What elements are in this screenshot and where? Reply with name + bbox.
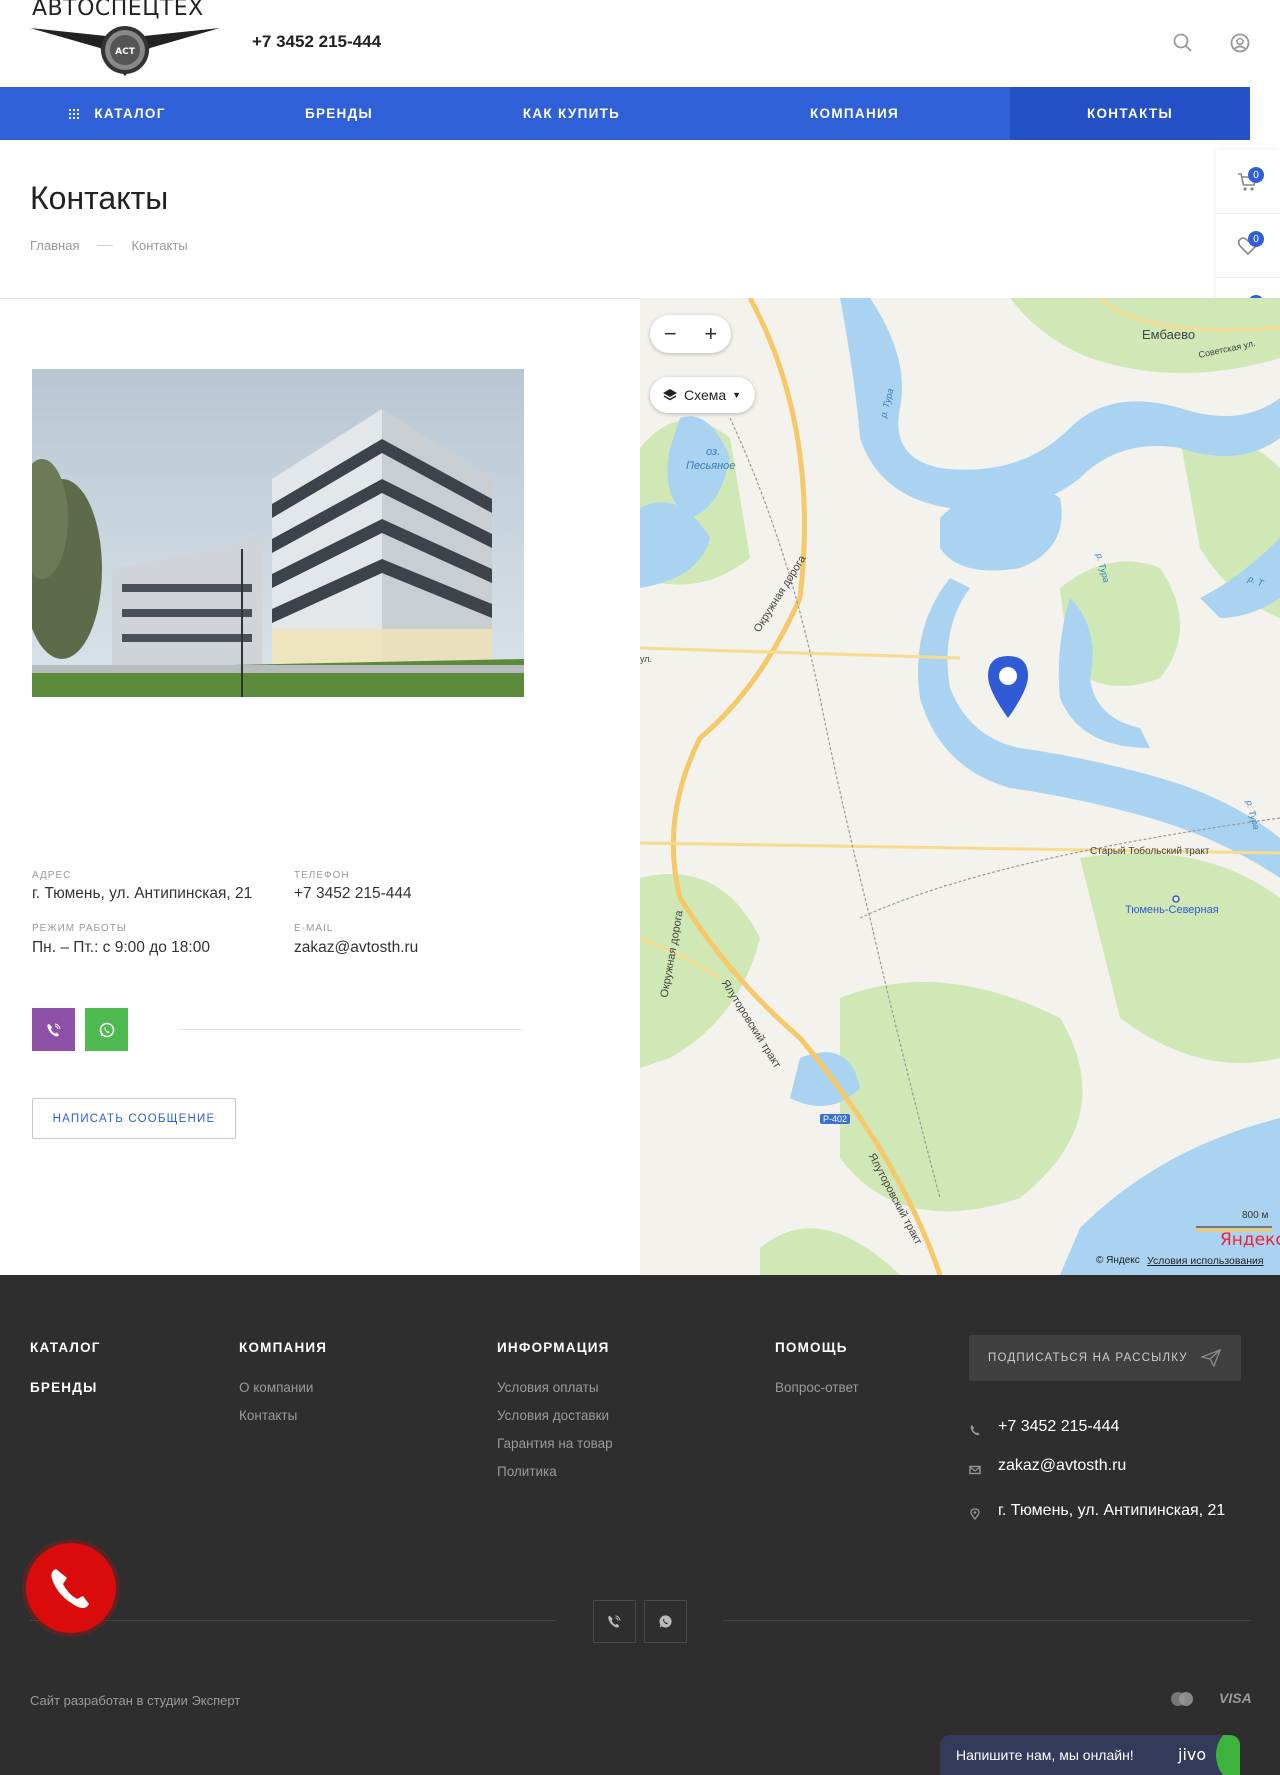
visa-logo: VISA	[1219, 1690, 1252, 1706]
map-scale-label: 800 м	[1242, 1210, 1269, 1221]
yandex-logo[interactable]: Яндекс	[1220, 1230, 1280, 1250]
map-copyright: © Яндекс	[1096, 1255, 1140, 1266]
chat-brand: jivo	[1178, 1745, 1207, 1764]
email-value[interactable]: zakaz@avtosth.ru	[294, 939, 418, 957]
breadcrumb-home[interactable]: Главная	[30, 238, 79, 253]
map-label-ul: ул.	[640, 654, 653, 664]
cart-button[interactable]: 0	[1216, 150, 1280, 214]
page-title: Контакты	[30, 180, 169, 216]
footer-email[interactable]: zakaz@avtosth.ru	[998, 1457, 1126, 1475]
nav-catalog[interactable]: КАТАЛОГ	[0, 87, 234, 140]
nav-contacts[interactable]: КОНТАКТЫ	[1010, 87, 1250, 140]
subscribe-label: ПОДПИСАТЬСЯ НА РАССЫЛКУ	[988, 1352, 1188, 1364]
map-label-r402: Р-402	[820, 1114, 851, 1124]
map-canvas[interactable]	[640, 298, 1280, 1275]
logo-emblem-icon: АСТ	[30, 26, 220, 76]
layers-icon	[663, 389, 677, 401]
map-label-stary-tobolsky: Старый Тобольский тракт	[1090, 846, 1210, 857]
chat-widget[interactable]: Напишите нам, мы онлайн! jivo	[940, 1735, 1240, 1775]
footer-catalog-link[interactable]: КАТАЛОГ	[30, 1340, 101, 1355]
main-nav: КАТАЛОГ БРЕНДЫ КАК КУПИТЬ КОМПАНИЯ КОНТА…	[0, 87, 1250, 140]
grid-icon	[69, 108, 80, 119]
footer-link-faq[interactable]: Вопрос-ответ	[775, 1380, 859, 1395]
breadcrumb: Главная Контакты	[30, 238, 188, 253]
header: АВТОСПЕЦТЕХ АСТ +7 3452 215-444	[0, 0, 1280, 87]
whatsapp-icon	[99, 1022, 114, 1037]
callback-button[interactable]	[26, 1543, 116, 1633]
address-value: г. Тюмень, ул. Антипинская, 21	[32, 885, 253, 902]
developer-credit[interactable]: Сайт разработан в студии Эксперт	[30, 1693, 240, 1708]
viber-button[interactable]	[32, 1008, 75, 1051]
logo[interactable]: АВТОСПЕЦТЕХ АСТ	[30, 0, 220, 82]
footer-brands-link[interactable]: БРЕНДЫ	[30, 1380, 98, 1395]
footer-link-payment[interactable]: Условия оплаты	[497, 1380, 599, 1395]
footer-address: г. Тюмень, ул. Антипинская, 21	[998, 1502, 1226, 1519]
email-label: E-MAIL	[294, 923, 334, 934]
user-icon[interactable]	[1229, 32, 1251, 54]
logo-text: АВТОСПЕЦТЕХ	[32, 0, 204, 21]
map-layer-label: Схема	[684, 387, 727, 403]
favorites-button[interactable]: 0	[1216, 214, 1280, 278]
map[interactable]: − + Схема ▼ Ембаево Советская ул. оз. Пе…	[640, 298, 1280, 1275]
hours-label: РЕЖИМ РАБОТЫ	[32, 923, 127, 934]
phone-icon	[970, 1425, 980, 1436]
location-icon	[970, 1508, 980, 1520]
footer-whatsapp-button[interactable]	[644, 1600, 687, 1643]
zoom-out-button[interactable]: −	[650, 315, 691, 353]
breadcrumb-separator	[97, 245, 114, 246]
map-label-lake: Песьяное	[686, 460, 736, 472]
send-icon	[1201, 1349, 1221, 1367]
nav-brands[interactable]: БРЕНДЫ	[234, 87, 444, 140]
footer-link-warranty[interactable]: Гарантия на товар	[497, 1436, 613, 1451]
footer-viber-button[interactable]	[593, 1600, 636, 1643]
footer-company-heading[interactable]: КОМПАНИЯ	[239, 1340, 327, 1355]
station-icon	[1172, 895, 1180, 903]
whatsapp-button[interactable]	[85, 1008, 128, 1051]
nav-company[interactable]: КОМПАНИЯ	[699, 87, 1010, 140]
divider	[30, 1620, 556, 1621]
cart-count-badge: 0	[1248, 167, 1264, 183]
header-phone[interactable]: +7 3452 215-444	[252, 32, 381, 52]
address-label: АДРЕС	[32, 870, 72, 881]
office-photo	[32, 369, 524, 697]
map-terms-link[interactable]: Условия использования	[1147, 1255, 1264, 1267]
viber-icon	[46, 1023, 60, 1036]
footer-help-heading[interactable]: ПОМОЩЬ	[775, 1340, 848, 1355]
nav-how-to-buy[interactable]: КАК КУПИТЬ	[444, 87, 699, 140]
map-label-tyumen-severnaya: Тюмень-Северная	[1125, 904, 1219, 916]
logo-badge: АСТ	[115, 47, 136, 57]
breadcrumb-current: Контакты	[131, 238, 188, 253]
phone-label: ТЕЛЕФОН	[294, 870, 350, 881]
viber-icon	[608, 1615, 621, 1628]
footer-link-delivery[interactable]: Условия доставки	[497, 1408, 609, 1423]
divider	[178, 1029, 523, 1030]
map-label-lake-prefix: оз.	[706, 446, 721, 458]
mail-icon	[969, 1465, 981, 1475]
chat-status-icon	[1216, 1735, 1240, 1775]
footer-info-heading[interactable]: ИНФОРМАЦИЯ	[497, 1340, 610, 1355]
mastercard-icon	[1171, 1692, 1193, 1706]
nav-catalog-label: КАТАЛОГ	[94, 106, 166, 121]
write-message-button[interactable]: НАПИСАТЬ СООБЩЕНИЕ	[32, 1098, 236, 1139]
zoom-in-button[interactable]: +	[691, 315, 732, 353]
map-label-embaevo: Ембаево	[1142, 327, 1196, 342]
chat-label: Напишите нам, мы онлайн!	[956, 1747, 1134, 1763]
favorites-count-badge: 0	[1248, 231, 1264, 247]
search-icon[interactable]	[1172, 32, 1194, 54]
footer-link-contacts[interactable]: Контакты	[239, 1408, 297, 1423]
footer-link-about[interactable]: О компании	[239, 1380, 313, 1395]
map-zoom-control: − +	[650, 315, 731, 353]
divider	[723, 1620, 1251, 1621]
map-layer-select[interactable]: Схема ▼	[650, 377, 755, 413]
subscribe-button[interactable]: ПОДПИСАТЬСЯ НА РАССЫЛКУ	[969, 1335, 1241, 1381]
chevron-down-icon: ▼	[732, 390, 742, 400]
footer-link-policy[interactable]: Политика	[497, 1464, 557, 1479]
hours-value: Пн. – Пт.: с 9:00 до 18:00	[32, 939, 210, 956]
whatsapp-icon	[659, 1615, 672, 1628]
phone-handset-icon	[51, 1569, 89, 1608]
phone-value[interactable]: +7 3452 215-444	[294, 885, 412, 903]
footer-phone[interactable]: +7 3452 215-444	[998, 1418, 1119, 1436]
